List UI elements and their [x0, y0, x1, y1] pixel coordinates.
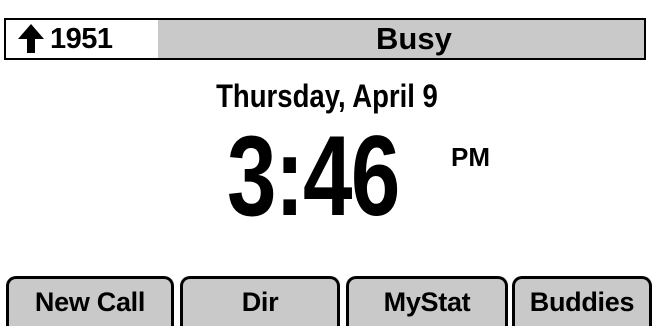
date-label: Thursday, April 9	[216, 78, 438, 114]
line-key[interactable]: 1951	[6, 20, 158, 58]
line-number: 1951	[50, 22, 113, 55]
phone-screen: 1951 Busy Thursday, April 9 3:46 PM New …	[0, 0, 654, 333]
directory-softkey[interactable]: Dir	[180, 276, 340, 326]
mystat-softkey[interactable]: MyStat	[346, 276, 508, 326]
status-text: Busy	[376, 21, 452, 56]
time-display: 3:46	[227, 113, 400, 240]
am-pm-indicator: PM	[451, 142, 490, 172]
clock: 3:46 PM	[227, 113, 490, 240]
status-bar: 1951 Busy	[4, 18, 646, 60]
phone-line-icon	[14, 22, 48, 56]
new-call-softkey[interactable]: New Call	[6, 276, 174, 326]
buddies-softkey[interactable]: Buddies	[512, 276, 652, 326]
softkey-bar: New Call Dir MyStat Buddies	[6, 276, 652, 326]
